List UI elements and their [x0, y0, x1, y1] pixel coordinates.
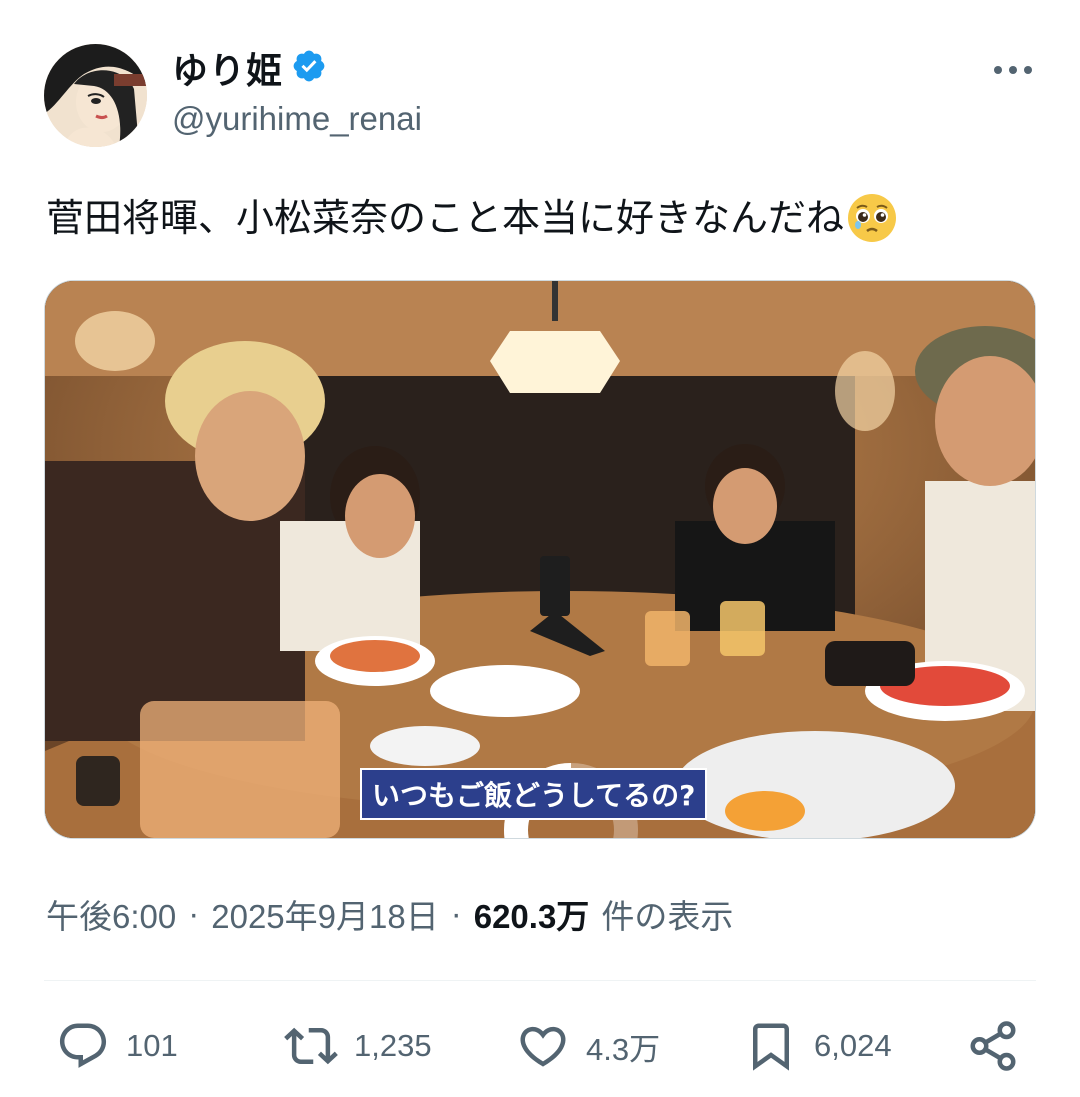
- meta-separator: ·: [450, 895, 462, 932]
- bookmark-icon: [753, 1023, 789, 1071]
- views-count: 620.3万: [473, 898, 590, 935]
- reply-button[interactable]: 101: [56, 1014, 178, 1078]
- retweet-count: 1,235: [354, 1028, 432, 1063]
- author-display-name[interactable]: ゆり姫: [172, 42, 283, 94]
- views-label: 件の表示: [601, 898, 734, 935]
- video-control-chip[interactable]: [76, 756, 120, 806]
- video-player[interactable]: [44, 280, 1036, 839]
- retweet-icon: [284, 1027, 338, 1065]
- bookmark-button[interactable]: 6,024: [744, 1014, 892, 1078]
- author-name-row[interactable]: ゆり姫: [172, 42, 327, 94]
- verified-badge-icon: [291, 48, 327, 88]
- like-button[interactable]: 4.3万: [516, 1014, 660, 1078]
- video-frame: [45, 281, 1035, 838]
- tweet-date[interactable]: 2025年9月18日: [211, 890, 438, 938]
- heart-icon: [520, 1026, 566, 1067]
- retweet-button[interactable]: 1,235: [284, 1014, 432, 1078]
- action-bar: 101 1,235 4.3万 6,024: [56, 1014, 1026, 1078]
- tweet-meta: 午後6:00 · 2025年9月18日 · 620.3万 件の表示: [46, 890, 733, 938]
- author-handle[interactable]: @yurihime_renai: [172, 100, 422, 138]
- meta-separator: ·: [188, 895, 200, 932]
- share-button[interactable]: [966, 1014, 1020, 1078]
- bookmark-count: 6,024: [814, 1028, 892, 1063]
- pleading-face-emoji-icon: [846, 192, 898, 244]
- avatar[interactable]: [44, 44, 147, 147]
- reply-count: 101: [126, 1028, 178, 1063]
- reply-icon: [59, 1023, 107, 1068]
- more-horizontal-icon[interactable]: [988, 52, 1038, 88]
- share-icon: [970, 1021, 1016, 1071]
- tweet-time[interactable]: 午後6:00: [46, 890, 176, 938]
- tweet-text: 菅田将暉、小松菜奈のこと本当に好きなんだね: [46, 190, 898, 246]
- tweet-body: 菅田将暉、小松菜奈のこと本当に好きなんだね: [46, 196, 845, 240]
- video-subtitle: いつもご飯どうしてるの?: [360, 768, 708, 820]
- avatar-illustration: [44, 44, 147, 147]
- divider: [44, 980, 1036, 981]
- like-count: 4.3万: [586, 1031, 661, 1067]
